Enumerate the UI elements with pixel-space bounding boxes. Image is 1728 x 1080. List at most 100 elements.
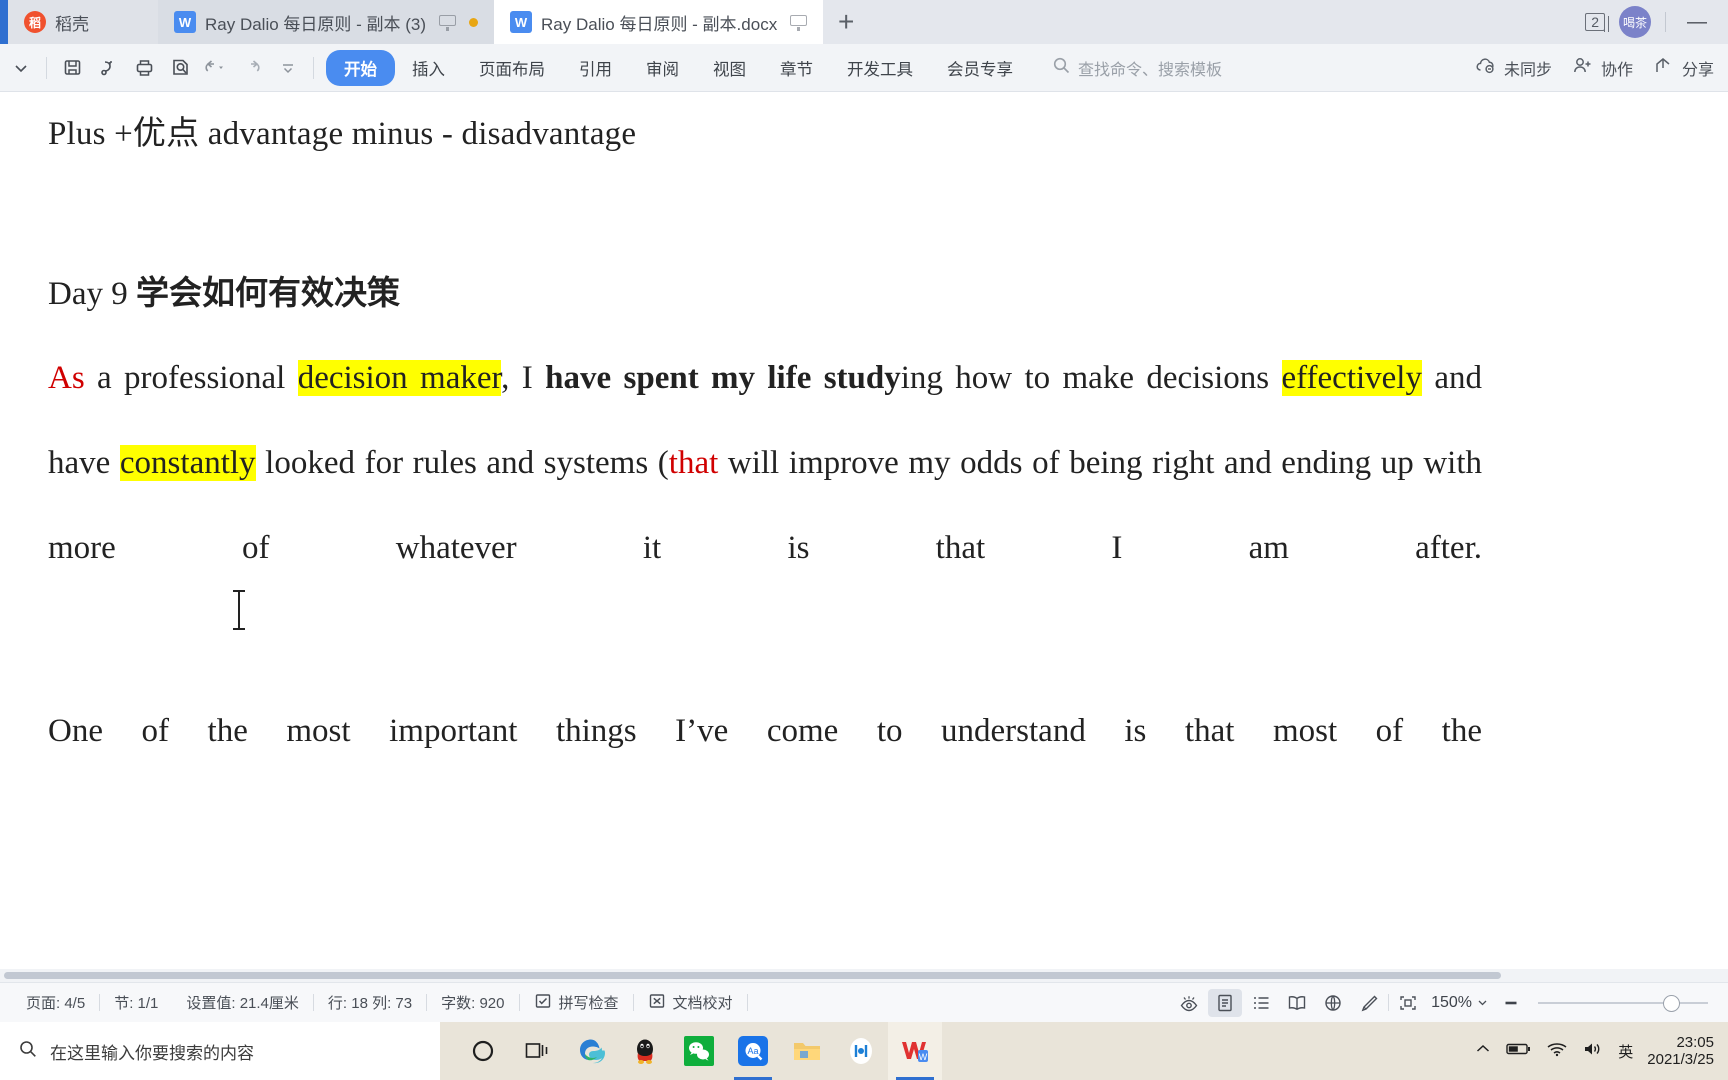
wps-office-icon[interactable]: W xyxy=(888,1022,942,1080)
tab-label: 稻壳 xyxy=(55,14,89,34)
avatar[interactable]: 喝茶 xyxy=(1619,6,1651,38)
run-decision-maker-highlight: decision maker xyxy=(297,360,502,396)
edit-pen-icon[interactable] xyxy=(1352,989,1386,1017)
redo-icon[interactable] xyxy=(235,51,269,85)
status-proofread[interactable]: 文档校对 xyxy=(634,992,747,1014)
collaborate-button[interactable]: 协作 xyxy=(1572,56,1633,80)
ribbon-bar: 开始 插入 页面布局 引用 审阅 视图 章节 开发工具 会员专享 查找命令、搜索… xyxy=(0,44,1728,92)
run-as: As xyxy=(48,360,85,396)
volume-icon[interactable] xyxy=(1582,1041,1604,1061)
tab-document-docx[interactable]: W Ray Dalio 每日原则 - 副本.docx xyxy=(494,0,824,44)
cortana-icon[interactable] xyxy=(456,1022,510,1080)
run-effectively-highlight: effectively xyxy=(1281,360,1422,396)
clock-time: 23:05 xyxy=(1676,1033,1714,1051)
monitor-icon[interactable] xyxy=(439,14,457,31)
export-icon[interactable] xyxy=(91,51,125,85)
fit-page-icon[interactable] xyxy=(1391,989,1425,1017)
document-canvas[interactable]: Plus +优点 advantage minus - disadvantage … xyxy=(0,92,1728,982)
person-add-icon xyxy=(1572,56,1594,80)
tray-expand-icon[interactable] xyxy=(1474,1042,1492,1060)
command-search[interactable]: 查找命令、搜索模板 xyxy=(1052,56,1222,80)
print-preview-icon[interactable] xyxy=(163,51,197,85)
reading-icon[interactable] xyxy=(1280,989,1314,1017)
tab-count-badge[interactable]: 2 xyxy=(1585,13,1609,32)
tab-document-copy3[interactable]: W Ray Dalio 每日原则 - 副本 (3) xyxy=(158,0,495,44)
dictionary-icon[interactable]: Aa xyxy=(726,1022,780,1080)
web-layout-icon[interactable] xyxy=(1316,989,1350,1017)
ribbon-right-actions: 未同步 协作 分享 xyxy=(1475,56,1728,80)
svg-text:W: W xyxy=(919,1052,928,1062)
ime-indicator[interactable]: 英 xyxy=(1618,1041,1633,1062)
ribbon-tab-developer[interactable]: 开发工具 xyxy=(830,50,930,86)
zoom-level-label: 150% xyxy=(1431,993,1472,1011)
status-bar: 页面: 4/5 节: 1/1 设置值: 21.4厘米 行: 18 列: 73 字… xyxy=(0,982,1728,1022)
zoom-out-button[interactable] xyxy=(1494,989,1528,1017)
window-accent-stripe xyxy=(0,0,8,44)
ribbon-tabs: 开始 插入 页面布局 引用 审阅 视图 章节 开发工具 会员专享 xyxy=(326,49,1030,86)
outline-icon[interactable] xyxy=(1244,989,1278,1017)
clock-date: 2021/3/25 xyxy=(1647,1051,1714,1068)
undo-icon[interactable] xyxy=(199,51,233,85)
share-button[interactable]: 分享 xyxy=(1653,56,1714,80)
save-icon[interactable] xyxy=(55,51,89,85)
divider xyxy=(46,56,47,79)
taskbar-search-placeholder: 在这里输入你要搜索的内容 xyxy=(50,1043,254,1063)
ribbon-tab-insert[interactable]: 插入 xyxy=(395,50,462,86)
ribbon-tab-sections[interactable]: 章节 xyxy=(763,50,830,86)
page-layout-icon[interactable] xyxy=(1208,988,1243,1017)
share-icon xyxy=(1653,56,1675,80)
spellcheck-icon xyxy=(534,992,552,1014)
status-word-count[interactable]: 字数: 920 xyxy=(427,992,518,1013)
search-icon xyxy=(18,1039,38,1064)
run-have-spent-my-life-study: have spent my life study xyxy=(545,360,901,396)
windows-taskbar: 在这里输入你要搜索的内容 Aa W 英 23:05 2021/3/25 xyxy=(0,1022,1728,1080)
wps-writer-window: 稻 稻壳 W Ray Dalio 每日原则 - 副本 (3) W Ray Dal… xyxy=(0,0,1728,1080)
unsaved-dot-icon xyxy=(469,17,479,27)
tab-label: Ray Dalio 每日原则 - 副本 (3) xyxy=(205,14,427,34)
minimize-button[interactable]: — xyxy=(1680,11,1714,34)
ribbon-tab-review[interactable]: 审阅 xyxy=(629,50,696,86)
print-icon[interactable] xyxy=(127,51,161,85)
zoom-slider[interactable] xyxy=(1538,993,1708,1013)
tab-daoke-home[interactable]: 稻 稻壳 xyxy=(8,0,158,44)
status-spellcheck[interactable]: 拼写检查 xyxy=(520,992,633,1014)
battery-icon[interactable] xyxy=(1506,1042,1532,1060)
status-row-col[interactable]: 行: 18 列: 73 xyxy=(314,992,426,1013)
run-that: that xyxy=(668,445,719,481)
horizontal-scrollbar[interactable] xyxy=(0,969,1728,982)
wifi-icon[interactable] xyxy=(1546,1041,1568,1061)
run-constantly-highlight: constantly xyxy=(119,445,256,481)
taskbar-clock[interactable]: 23:05 2021/3/25 xyxy=(1647,1034,1714,1069)
zoom-level-dropdown[interactable]: 150% xyxy=(1427,994,1492,1012)
window-tab-bar: 稻 稻壳 W Ray Dalio 每日原则 - 副本 (3) W Ray Dal… xyxy=(0,0,1728,44)
more-icon[interactable] xyxy=(271,51,305,85)
ribbon-tab-page-layout[interactable]: 页面布局 xyxy=(462,50,562,86)
ribbon-tab-start[interactable]: 开始 xyxy=(326,49,395,86)
ribbon-tab-view[interactable]: 视图 xyxy=(696,50,763,86)
ribbon-tab-references[interactable]: 引用 xyxy=(562,50,629,86)
document-line-plus-minus: Plus +优点 advantage minus - disadvantage xyxy=(48,116,637,152)
wps-writer-icon: W xyxy=(510,11,533,33)
collaborate-label: 协作 xyxy=(1600,61,1633,79)
ribbon-tab-membership[interactable]: 会员专享 xyxy=(930,50,1030,86)
taskbar-search-box[interactable]: 在这里输入你要搜索的内容 xyxy=(0,1022,440,1080)
status-page[interactable]: 页面: 4/5 xyxy=(12,992,99,1013)
sync-status-button[interactable]: 未同步 xyxy=(1475,56,1552,80)
wechat-icon[interactable] xyxy=(672,1022,726,1080)
file-explorer-icon[interactable] xyxy=(780,1022,834,1080)
monitor-icon[interactable] xyxy=(790,14,808,31)
run-comma-i: , I xyxy=(501,360,546,396)
media-icon[interactable] xyxy=(834,1022,888,1080)
status-section[interactable]: 节: 1/1 xyxy=(100,992,172,1013)
share-label: 分享 xyxy=(1681,61,1714,79)
qq-icon[interactable] xyxy=(618,1022,672,1080)
status-setting-value[interactable]: 设置值: 21.4厘米 xyxy=(172,992,313,1013)
new-tab-button[interactable]: + xyxy=(823,0,869,44)
quick-access-toolbar xyxy=(4,51,320,85)
focus-eye-icon[interactable] xyxy=(1172,989,1206,1017)
task-view-icon[interactable] xyxy=(510,1022,564,1080)
system-tray: 英 23:05 2021/3/25 xyxy=(1474,1034,1728,1069)
status-bar-view-controls: 150% xyxy=(1172,988,1716,1017)
chevron-down-icon[interactable] xyxy=(4,51,38,85)
edge-icon[interactable] xyxy=(564,1022,618,1080)
